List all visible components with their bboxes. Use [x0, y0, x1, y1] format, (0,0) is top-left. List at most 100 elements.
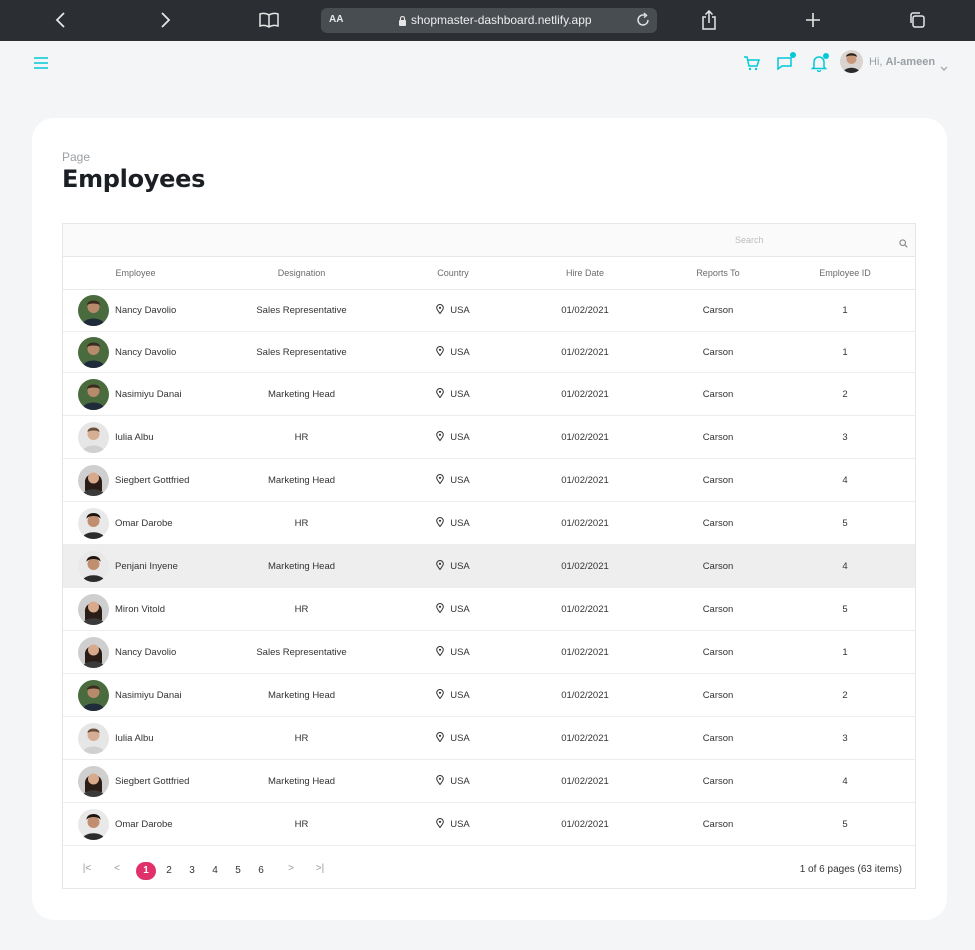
country-cell: USA [395, 545, 511, 587]
table-row[interactable]: Nancy Davolio Sales Representative USA 01/0… [63, 290, 915, 332]
table-row[interactable]: Nancy Davolio Sales Representative USA 01/0… [63, 332, 915, 373]
user-avatar[interactable] [840, 50, 863, 73]
bookmarks-icon[interactable] [257, 9, 281, 31]
column-header-employee[interactable]: Employee [78, 257, 193, 290]
country-cell: USA [395, 332, 511, 372]
next-page-button[interactable]: > [284, 863, 298, 874]
tabs-icon[interactable] [905, 9, 929, 31]
hire-date-cell: 01/02/2021 [561, 388, 609, 400]
column-header-designation[interactable]: Designation [243, 257, 360, 290]
page-button-2[interactable]: 2 [159, 862, 179, 880]
hire-date-cell: 01/02/2021 [561, 560, 609, 572]
employee-avatar [78, 593, 109, 625]
location-pin-icon [436, 387, 445, 401]
designation-cell: Marketing Head [267, 775, 336, 787]
employee-avatar [78, 336, 109, 368]
bell-icon[interactable] [810, 53, 832, 76]
employee-avatar [78, 464, 109, 496]
employee-id-cell: 4 [842, 775, 848, 787]
employee-id-cell: 5 [842, 603, 848, 615]
employee-avatar [78, 679, 109, 711]
chat-icon[interactable] [776, 52, 798, 76]
column-header-employee-id[interactable]: Employee ID [787, 257, 903, 290]
employee-avatar [78, 295, 109, 326]
column-header-reports-to[interactable]: Reports To [660, 257, 776, 290]
country-text: USA [450, 646, 470, 658]
country-text: USA [450, 474, 470, 486]
page-button-1[interactable]: 1 [136, 862, 156, 880]
location-pin-icon [436, 345, 445, 359]
new-tab-icon[interactable] [801, 9, 825, 31]
employee-avatar [78, 636, 109, 668]
location-pin-icon [436, 774, 445, 788]
employee-avatar [78, 507, 109, 539]
forward-icon[interactable] [153, 9, 177, 31]
employee-id-cell: 2 [842, 689, 848, 701]
employee-cell: Nancy Davolio [78, 631, 258, 673]
employee-name: Nasimiyu Danai [115, 689, 182, 701]
employee-name: Omar Darobe [115, 517, 173, 529]
prev-page-button[interactable]: < [110, 863, 124, 874]
country-text: USA [450, 346, 470, 358]
table-row[interactable]: Nasimiyu Danai Marketing Head USA 01/02/202… [63, 373, 915, 416]
column-header-country[interactable]: Country [395, 257, 511, 290]
first-page-button[interactable]: |< [80, 863, 94, 874]
page-button-4[interactable]: 4 [205, 862, 225, 880]
chevron-down-icon[interactable] [940, 59, 948, 77]
search-icon[interactable] [899, 235, 908, 253]
table-row[interactable]: Nancy Davolio Sales Representative USA 01/0… [63, 631, 915, 674]
page-button-5[interactable]: 5 [228, 862, 248, 880]
table-row[interactable]: Iulia Albu HR USA 01/02/2021 Carson 3 [63, 717, 915, 760]
page-button-3[interactable]: 3 [182, 862, 202, 880]
employee-name: Siegbert Gottfried [115, 775, 190, 787]
employee-id-cell: 5 [842, 818, 848, 830]
share-icon[interactable] [697, 9, 721, 31]
text-size-button[interactable]: AA [329, 14, 343, 25]
designation-cell: Marketing Head [267, 474, 336, 486]
cart-icon[interactable] [743, 54, 765, 76]
url-text: shopmaster-dashboard.netlify.app [411, 13, 592, 27]
column-header-hire-date[interactable]: Hire Date [527, 257, 643, 290]
employee-cell: Omar Darobe [78, 502, 258, 544]
designation-cell: HR [294, 818, 309, 830]
page-button-6[interactable]: 6 [251, 862, 271, 880]
country-text: USA [450, 818, 470, 830]
menu-icon[interactable] [34, 56, 50, 72]
last-page-button[interactable]: >| [313, 863, 327, 874]
table-row[interactable]: Siegbert Gottfried Marketing Head USA 01/02… [63, 459, 915, 502]
country-cell: USA [395, 588, 511, 630]
back-icon[interactable] [49, 9, 73, 31]
hire-date-cell: 01/02/2021 [561, 517, 609, 529]
employee-cell: Nasimiyu Danai [78, 373, 258, 415]
search-input[interactable] [735, 232, 895, 248]
user-name: Al-ameen [885, 56, 936, 68]
country-text: USA [450, 517, 470, 529]
table-row[interactable]: Omar Darobe HR USA 01/02/2021 Carson 5 [63, 502, 915, 545]
table-row[interactable]: Miron Vitold HR USA 01/02/2021 Carson 5 [63, 588, 915, 631]
table-row[interactable]: Omar Darobe HR USA 01/02/2021 Carson 5 [63, 803, 915, 846]
table-row[interactable]: Nasimiyu Danai Marketing Head USA 01/02/202… [63, 674, 915, 717]
country-text: USA [450, 732, 470, 744]
page-title: Employees [62, 165, 206, 193]
country-text: USA [450, 431, 470, 443]
reports-to-cell: Carson [702, 646, 734, 658]
employee-name: Penjani Inyene [115, 560, 178, 572]
address-bar[interactable]: AA shopmaster-dashboard.netlify.app [321, 8, 657, 33]
lock-icon [398, 14, 407, 32]
country-text: USA [450, 388, 470, 400]
reports-to-cell: Carson [702, 732, 734, 744]
chat-notification-dot [790, 52, 796, 58]
employee-name: Omar Darobe [115, 818, 173, 830]
designation-cell: HR [294, 431, 309, 443]
hire-date-cell: 01/02/2021 [561, 431, 609, 443]
table-row[interactable]: Siegbert Gottfried Marketing Head USA 01/02… [63, 760, 915, 803]
table-row[interactable]: Iulia Albu HR USA 01/02/2021 Carson 3 [63, 416, 915, 459]
table-row[interactable]: Penjani Inyene Marketing Head USA 01/02/202… [63, 545, 915, 588]
location-pin-icon [436, 602, 445, 616]
user-greeting[interactable]: Hi, Al-ameen [869, 56, 935, 68]
location-pin-icon [436, 559, 445, 573]
country-text: USA [450, 775, 470, 787]
reload-icon[interactable] [635, 12, 651, 33]
country-cell: USA [395, 373, 511, 415]
employee-id-cell: 3 [842, 732, 848, 744]
